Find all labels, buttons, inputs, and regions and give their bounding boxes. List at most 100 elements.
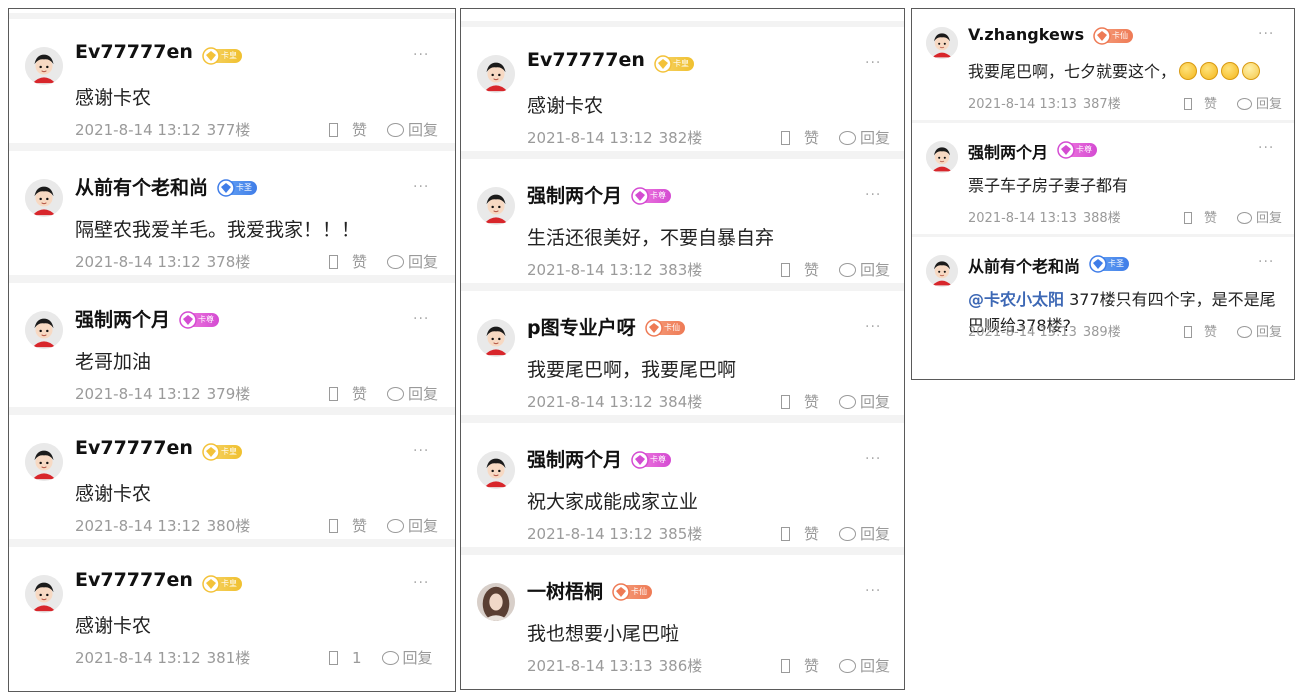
username[interactable]: p图专业户呀	[527, 313, 636, 340]
like-button[interactable]: 赞	[804, 657, 819, 675]
reply-button[interactable]: 回复	[1256, 325, 1282, 340]
avatar[interactable]	[25, 443, 63, 481]
username[interactable]: 强制两个月	[527, 445, 622, 472]
username[interactable]: 一树梧桐	[527, 577, 603, 604]
reply-icon[interactable]	[839, 131, 857, 145]
more-options-icon[interactable]: ···	[1258, 26, 1274, 42]
more-options-icon[interactable]: ···	[1258, 254, 1274, 270]
avatar[interactable]	[477, 319, 515, 357]
like-icon[interactable]	[1184, 326, 1192, 338]
reply-icon[interactable]	[1237, 98, 1253, 110]
avatar[interactable]	[477, 187, 515, 225]
reply-button[interactable]: 回复	[408, 385, 438, 403]
reply-button[interactable]: 回复	[860, 129, 890, 147]
reply-button[interactable]: 回复	[860, 261, 890, 279]
like-button[interactable]: 赞	[804, 261, 819, 279]
like-icon[interactable]	[329, 387, 338, 401]
username[interactable]: 从前有个老和尚	[75, 173, 208, 200]
like-button[interactable]: 赞	[1204, 325, 1217, 340]
avatar[interactable]	[25, 575, 63, 613]
reply-icon[interactable]	[1237, 212, 1253, 224]
username[interactable]: 强制两个月	[968, 139, 1048, 163]
floor-number: 377楼	[206, 121, 251, 139]
username[interactable]: 从前有个老和尚	[968, 253, 1080, 277]
reply-icon[interactable]	[387, 387, 405, 401]
username[interactable]: Ev77777en	[527, 49, 645, 71]
rank-badge: 卡尊	[179, 311, 219, 329]
reply-icon[interactable]	[839, 263, 857, 277]
comment-text: 我要尾巴啊，我要尾巴啊	[527, 355, 736, 382]
username[interactable]: Ev77777en	[75, 437, 193, 459]
avatar[interactable]	[477, 451, 515, 489]
floor-number: 384楼	[658, 393, 703, 411]
reply-button[interactable]: 回复	[408, 121, 438, 139]
rank-badge-label: 卡尊	[1076, 145, 1092, 154]
more-options-icon[interactable]: ···	[413, 311, 429, 327]
like-button[interactable]: 赞	[352, 253, 367, 271]
like-icon[interactable]	[1184, 212, 1192, 224]
like-icon[interactable]	[781, 131, 790, 145]
more-options-icon[interactable]: ···	[865, 583, 881, 599]
reply-icon[interactable]	[381, 651, 399, 665]
like-button[interactable]: 1	[352, 649, 362, 667]
reply-button[interactable]: 回复	[860, 657, 890, 675]
like-icon[interactable]	[1184, 98, 1192, 110]
more-options-icon[interactable]: ···	[413, 443, 429, 459]
avatar[interactable]	[477, 583, 515, 621]
avatar[interactable]	[477, 55, 515, 93]
avatar[interactable]	[926, 255, 958, 287]
more-options-icon[interactable]: ···	[865, 55, 881, 71]
comment-meta: 2021-8-14 13:12 377楼	[75, 119, 250, 140]
reply-button[interactable]: 回复	[408, 517, 438, 535]
like-button[interactable]: 赞	[352, 517, 367, 535]
username[interactable]: 强制两个月	[527, 181, 622, 208]
like-button[interactable]: 赞	[804, 393, 819, 411]
reply-button[interactable]: 回复	[860, 393, 890, 411]
avatar[interactable]	[25, 47, 63, 85]
like-button[interactable]: 赞	[804, 525, 819, 543]
reply-icon[interactable]	[387, 123, 405, 137]
avatar[interactable]	[25, 311, 63, 349]
more-options-icon[interactable]: ···	[413, 179, 429, 195]
reply-button[interactable]: 回复	[403, 649, 433, 667]
more-options-icon[interactable]: ···	[413, 575, 429, 591]
comment-meta: 2021-8-14 13:13 389楼	[968, 321, 1121, 340]
comment-text: 祝大家成能成家立业	[527, 487, 698, 514]
more-options-icon[interactable]: ···	[865, 187, 881, 203]
reply-icon[interactable]	[839, 659, 857, 673]
like-icon[interactable]	[781, 527, 790, 541]
like-icon[interactable]	[329, 519, 338, 533]
like-button[interactable]: 赞	[352, 121, 367, 139]
reply-icon[interactable]	[387, 255, 405, 269]
like-button[interactable]: 赞	[1204, 211, 1217, 226]
like-button[interactable]: 赞	[352, 385, 367, 403]
username[interactable]: V.zhangkews	[968, 25, 1084, 44]
reply-icon[interactable]	[839, 395, 857, 409]
like-button[interactable]: 赞	[1204, 97, 1217, 112]
reply-button[interactable]: 回复	[1256, 211, 1282, 226]
like-button[interactable]: 赞	[804, 129, 819, 147]
avatar[interactable]	[926, 27, 958, 59]
reply-button[interactable]: 回复	[1256, 97, 1282, 112]
more-options-icon[interactable]: ···	[1258, 140, 1274, 156]
username[interactable]: Ev77777en	[75, 569, 193, 591]
more-options-icon[interactable]: ···	[413, 47, 429, 63]
reply-button[interactable]: 回复	[408, 253, 438, 271]
reply-icon[interactable]	[1237, 326, 1253, 338]
like-icon[interactable]	[781, 659, 790, 673]
reply-icon[interactable]	[387, 519, 405, 533]
username[interactable]: Ev77777en	[75, 41, 193, 63]
like-icon[interactable]	[781, 263, 790, 277]
avatar[interactable]	[926, 141, 958, 173]
more-options-icon[interactable]: ···	[865, 319, 881, 335]
like-icon[interactable]	[329, 255, 338, 269]
username[interactable]: 强制两个月	[75, 305, 170, 332]
mention-link[interactable]: @卡农小太阳	[968, 290, 1064, 309]
more-options-icon[interactable]: ···	[865, 451, 881, 467]
like-icon[interactable]	[329, 651, 338, 665]
like-icon[interactable]	[329, 123, 338, 137]
reply-icon[interactable]	[839, 527, 857, 541]
like-icon[interactable]	[781, 395, 790, 409]
reply-button[interactable]: 回复	[860, 525, 890, 543]
avatar[interactable]	[25, 179, 63, 217]
